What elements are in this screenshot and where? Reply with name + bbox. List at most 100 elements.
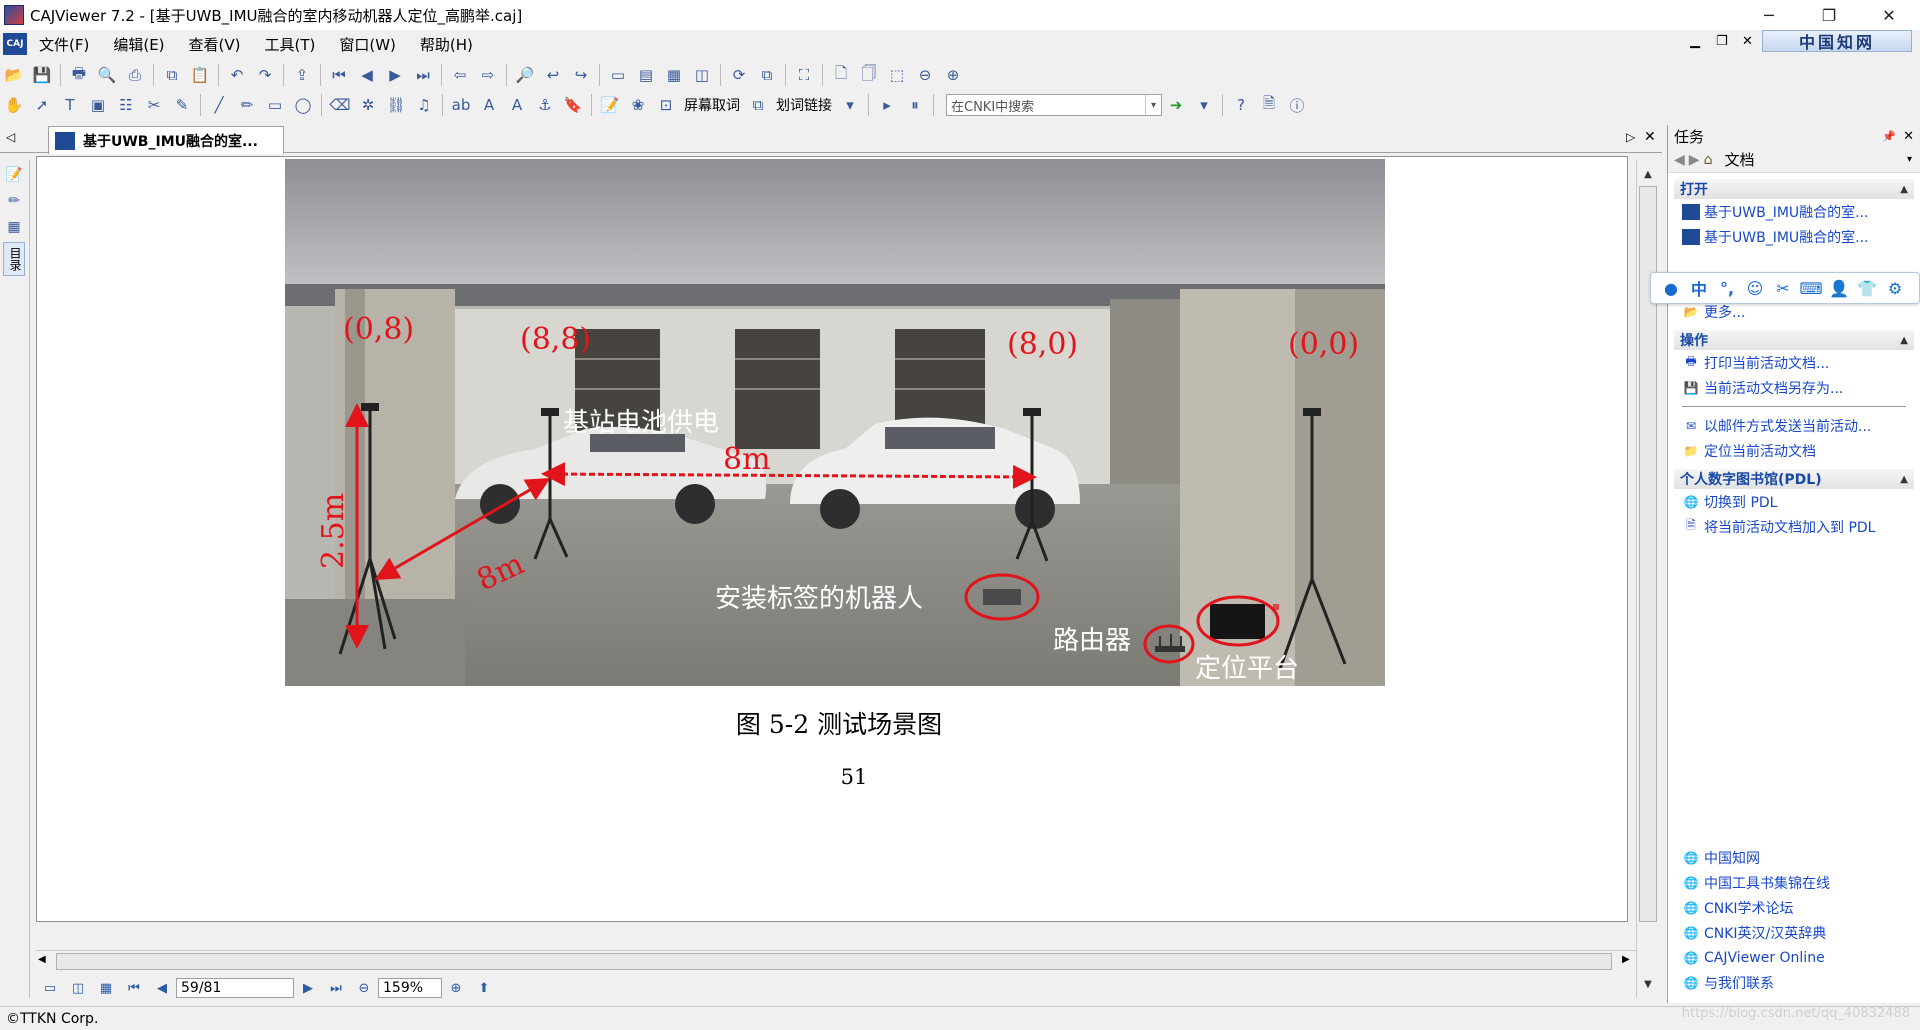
pdl-add[interactable]: 🗎 将当前活动文档加入到 PDL	[1668, 514, 1920, 539]
pdl-switch[interactable]: 🌐 切换到 PDL	[1668, 489, 1920, 514]
account-icon[interactable]: 👤	[1827, 276, 1851, 300]
horizontal-scroll-thumb[interactable]	[56, 953, 1612, 970]
collapse-icon[interactable]: ▲	[1900, 335, 1908, 346]
back-icon[interactable]: ⇦	[449, 64, 471, 86]
ellipse-icon[interactable]: ◯	[292, 94, 314, 116]
tab-document[interactable]: 基于UWB_IMU融合的室...	[48, 126, 284, 154]
link-reference-books[interactable]: 🌐 中国工具书集锦在线	[1668, 870, 1920, 895]
screen-capture-icon[interactable]: 📝	[599, 94, 621, 116]
maximize-button[interactable]: ❐	[1800, 0, 1858, 30]
paste-icon[interactable]: 📋	[189, 64, 211, 86]
nav-up-arrow-icon[interactable]: ⬆	[474, 978, 494, 998]
redo-icon[interactable]: ↷	[254, 64, 276, 86]
save-icon[interactable]: 💾	[31, 64, 53, 86]
pencil-icon[interactable]: ✏	[236, 94, 258, 116]
rotate-icon[interactable]: ⟳	[728, 64, 750, 86]
line-tool-icon[interactable]: ╱	[208, 94, 230, 116]
zoom-out-icon[interactable]: ⊖	[914, 64, 936, 86]
menu-edit[interactable]: 编辑(E)	[101, 34, 176, 55]
highlight-icon[interactable]: ab	[450, 94, 472, 116]
annotation-panel-icon[interactable]: 📝	[3, 164, 25, 186]
thumbnail-panel-icon[interactable]: ▦	[3, 216, 25, 238]
menu-view[interactable]: 查看(V)	[177, 34, 253, 55]
settings-gear-icon[interactable]: ⚙	[1883, 276, 1907, 300]
screen-word-button[interactable]: 屏幕取词	[684, 95, 740, 115]
image-select-icon[interactable]: ▣	[87, 94, 109, 116]
single-page-icon[interactable]: ▭	[607, 64, 629, 86]
play-icon[interactable]: ▸	[876, 94, 898, 116]
minimize-button[interactable]: ─	[1740, 0, 1798, 30]
emoji-icon[interactable]: ☺	[1743, 276, 1767, 300]
find-icon[interactable]: 🔎	[514, 64, 536, 86]
catalog-tab[interactable]: 目录	[3, 242, 25, 276]
open-item-2[interactable]: 基于UWB_IMU融合的室...	[1668, 224, 1920, 249]
menu-help[interactable]: 帮助(H)	[408, 34, 485, 55]
close-button[interactable]: ✕	[1860, 0, 1918, 30]
cnki-search-input[interactable]: 在CNKI中搜索 ▾	[946, 94, 1162, 116]
facing-page-icon[interactable]: ◫	[691, 64, 713, 86]
link-cnki[interactable]: 🌐 中国知网	[1668, 845, 1920, 870]
screen-word-icon[interactable]: ⊡	[655, 94, 677, 116]
word-link-button[interactable]: 划词链接	[776, 95, 832, 115]
scroll-down-icon[interactable]: ▼	[1637, 974, 1659, 994]
help-icon[interactable]: ?	[1230, 94, 1252, 116]
eraser-icon[interactable]: ⌫	[329, 94, 351, 116]
print-preview-icon[interactable]: 🔍	[96, 64, 118, 86]
fullscreen-icon[interactable]: ⛶	[793, 64, 815, 86]
op-print[interactable]: 🖶 打印当前活动文档...	[1668, 350, 1920, 375]
link-forum[interactable]: 🌐 CNKI学术论坛	[1668, 895, 1920, 920]
cnki-brand-logo[interactable]: 中国知网	[1762, 30, 1912, 52]
scroll-right-icon[interactable]: ▶	[1622, 954, 1630, 965]
undo-icon[interactable]: ↶	[226, 64, 248, 86]
actual-size-icon[interactable]: 🗋	[830, 64, 852, 86]
copy-icon[interactable]: ⧉	[161, 64, 183, 86]
search-dropdown-icon[interactable]: ▾	[1145, 95, 1161, 115]
doc-close-icon[interactable]: ✕	[1742, 34, 1753, 49]
grid-view-icon[interactable]: ▦	[96, 978, 116, 998]
op-save-as[interactable]: 💾 当前活动文档另存为...	[1668, 375, 1920, 400]
doc-selector-dropdown-icon[interactable]: ▾	[1907, 154, 1912, 165]
tp-back-icon[interactable]: ◀	[1674, 152, 1685, 168]
document-info-icon[interactable]: 🗎	[1258, 94, 1280, 116]
hand-tool-icon[interactable]: ✋	[3, 94, 25, 116]
note-icon[interactable]: ✎	[171, 94, 193, 116]
link-dictionary[interactable]: 🌐 CNKI英汉/汉英辞典	[1668, 920, 1920, 945]
ocr-icon[interactable]: ☷	[115, 94, 137, 116]
snapshot-icon[interactable]: ✂	[143, 94, 165, 116]
pause-icon[interactable]: ⏸	[904, 94, 926, 116]
tab-scroll-left-icon[interactable]: ◁	[6, 130, 15, 144]
nav-next-page-icon[interactable]: ▶	[298, 978, 318, 998]
find-next-icon[interactable]: ↪	[570, 64, 592, 86]
forward-icon[interactable]: ⇨	[477, 64, 499, 86]
punctuation-icon[interactable]: °,	[1715, 276, 1739, 300]
doc-minimize-icon[interactable]: ▁	[1690, 34, 1700, 49]
strikeout-icon[interactable]: A	[478, 94, 500, 116]
collapse-icon[interactable]: ▲	[1900, 184, 1908, 195]
open-icon[interactable]: 📂	[3, 64, 25, 86]
user-icon[interactable]: ●	[1659, 276, 1683, 300]
tab-close-icon[interactable]: ✕	[1644, 129, 1656, 145]
task-pane-doc-selector[interactable]: 文档	[1724, 149, 1754, 170]
document-view[interactable]: (0,8) (8,8) (8,0) (0,0) 8m 8m 2.5m 基站电池供…	[36, 156, 1628, 922]
tab-scroll-right-icon[interactable]: ▷	[1626, 130, 1635, 144]
next-page-icon[interactable]: ▶	[384, 64, 406, 86]
search-go-icon[interactable]: ➜	[1165, 94, 1187, 116]
chinese-mode-icon[interactable]: 中	[1687, 276, 1711, 300]
bookmark-icon[interactable]: 🔖	[562, 94, 584, 116]
collapse-icon[interactable]: ▲	[1900, 474, 1908, 485]
doc-restore-icon[interactable]: ❐	[1716, 34, 1728, 49]
first-page-icon[interactable]: ⏮	[328, 64, 350, 86]
section-operations[interactable]: 操作 ▲	[1674, 330, 1914, 350]
open-item-1[interactable]: 基于UWB_IMU融合的室...	[1668, 199, 1920, 224]
section-open[interactable]: 打开 ▲	[1674, 179, 1914, 199]
print-setup-icon[interactable]: ⎙	[124, 64, 146, 86]
print-icon[interactable]: 🖶	[68, 64, 90, 86]
prev-page-icon[interactable]: ◀	[356, 64, 378, 86]
word-link-icon[interactable]: ⧉	[747, 94, 769, 116]
zoom-input[interactable]: 159%	[378, 978, 442, 998]
select-arrow-icon[interactable]: ➚	[31, 94, 53, 116]
nav-zoom-out-icon[interactable]: ⊖	[354, 978, 374, 998]
nav-last-page-icon[interactable]: ⏭	[326, 978, 346, 998]
search-options-icon[interactable]: ▾	[1193, 94, 1215, 116]
horizontal-scrollbar[interactable]: ◀ ▶	[36, 950, 1636, 972]
